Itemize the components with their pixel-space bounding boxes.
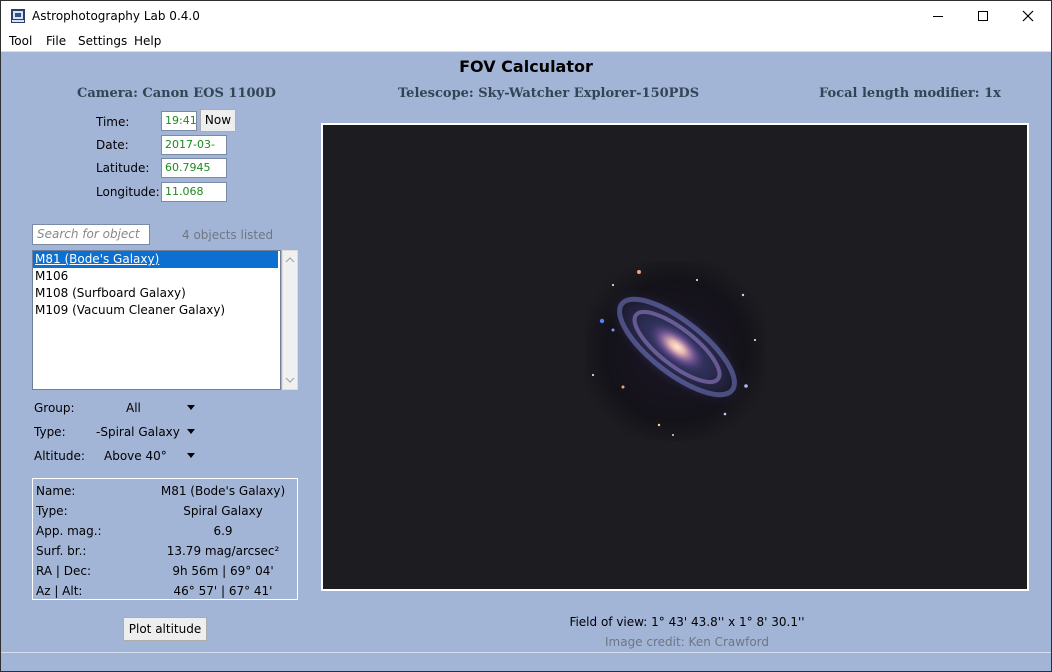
detail-key: Name: <box>36 484 76 498</box>
altitude-label: Altitude: <box>34 449 85 463</box>
status-bar <box>1 656 1051 671</box>
detail-value: 9h 56m | 69° 04' <box>172 564 274 578</box>
object-list[interactable]: M81 (Bode's Galaxy) M106 M108 (Surfboard… <box>32 250 281 390</box>
date-field[interactable]: 2017-03-08 <box>161 135 227 169</box>
telescope-info: Telescope: Sky-Watcher Explorer-150PDS <box>398 86 700 101</box>
page-title: FOV Calculator <box>459 57 593 76</box>
camera-info: Camera: Canon EOS 1100D <box>77 86 276 101</box>
fov-image-panel <box>321 123 1029 591</box>
detail-key: RA | Dec: <box>36 564 91 578</box>
focal-modifier-info: Focal length modifier: 1x <box>819 86 1001 101</box>
latitude-label: Latitude: <box>96 161 150 175</box>
time-label: Time: <box>96 115 130 129</box>
detail-row-name: Name: M81 (Bode's Galaxy) <box>33 481 297 501</box>
detail-value: M81 (Bode's Galaxy) <box>160 484 286 498</box>
menu-settings[interactable]: Settings <box>78 34 127 48</box>
detail-row-magnitude: App. mag.: 6.9 <box>33 521 297 541</box>
maximize-button[interactable] <box>960 1 1006 31</box>
object-details-panel: Name: M81 (Bode's Galaxy) Type: Spiral G… <box>32 478 298 600</box>
minimize-button[interactable] <box>915 1 961 31</box>
menu-tool[interactable]: Tool <box>9 34 32 48</box>
maximize-icon <box>978 11 988 21</box>
image-credit: Image credit: Ken Crawford <box>604 635 770 649</box>
detail-key: Type: <box>36 504 68 518</box>
app-icon <box>11 9 25 23</box>
detail-value: Spiral Galaxy <box>183 504 263 518</box>
longitude-label: Longitude: <box>96 185 160 199</box>
group-label: Group: <box>34 401 75 415</box>
detail-value: 6.9 <box>213 524 233 538</box>
time-field[interactable]: 19:41 <box>161 111 197 131</box>
menu-help[interactable]: Help <box>134 34 161 48</box>
plot-altitude-button[interactable]: Plot altitude <box>123 617 207 641</box>
field-of-view-text: Field of view: 1° 43' 43.8'' x 1° 8' 30.… <box>569 615 805 629</box>
longitude-field[interactable]: 11.068 <box>161 182 227 202</box>
menu-divider <box>1 51 1051 52</box>
detail-row-az-alt: Az | Alt: 46° 57' | 67° 41' <box>33 581 297 601</box>
close-button[interactable] <box>1005 1 1051 31</box>
detail-key: Surf. br.: <box>36 544 87 558</box>
chevron-down-icon[interactable] <box>283 375 297 385</box>
minimize-icon <box>933 16 943 17</box>
dropdown-arrow-icon <box>187 453 195 458</box>
now-button[interactable]: Now <box>200 109 236 132</box>
list-item[interactable]: M109 (Vacuum Cleaner Galaxy) <box>33 302 280 319</box>
detail-key: Az | Alt: <box>36 584 83 598</box>
search-input[interactable]: Search for object <box>32 224 150 245</box>
close-icon <box>1022 10 1034 22</box>
detail-value: 46° 57' | 67° 41' <box>173 584 273 598</box>
objects-count: 4 objects listed <box>182 228 274 242</box>
detail-value: 13.79 mag/arcsec² <box>166 544 280 558</box>
detail-row-type: Type: Spiral Galaxy <box>33 501 297 521</box>
list-item[interactable]: M106 <box>33 268 280 285</box>
detail-row-surface-brightness: Surf. br.: 13.79 mag/arcsec² <box>33 541 297 561</box>
type-label: Type: <box>34 425 66 439</box>
dropdown-arrow-icon <box>187 429 195 434</box>
type-value: -Spiral Galaxy <box>96 425 180 439</box>
altitude-value: Above 40° <box>104 449 167 463</box>
group-value: All <box>126 401 141 415</box>
list-item[interactable]: M108 (Surfboard Galaxy) <box>33 285 280 302</box>
galaxy-image <box>585 261 765 441</box>
title-bar: Astrophotography Lab 0.4.0 <box>1 1 1051 31</box>
list-item[interactable]: M81 (Bode's Galaxy) <box>33 251 278 268</box>
latitude-field[interactable]: 60.7945 <box>161 158 227 178</box>
date-label: Date: <box>96 138 129 152</box>
bottom-divider <box>1 652 1051 653</box>
app-window: Astrophotography Lab 0.4.0 Tool File Set… <box>0 0 1052 672</box>
menu-bar: Tool File Settings Help <box>1 31 1051 51</box>
detail-row-ra-dec: RA | Dec: 9h 56m | 69° 04' <box>33 561 297 581</box>
list-scrollbar[interactable] <box>282 250 298 390</box>
window-title: Astrophotography Lab 0.4.0 <box>32 9 200 23</box>
dropdown-arrow-icon <box>187 405 195 410</box>
detail-key: App. mag.: <box>36 524 102 538</box>
chevron-up-icon[interactable] <box>283 255 297 265</box>
menu-file[interactable]: File <box>46 34 66 48</box>
